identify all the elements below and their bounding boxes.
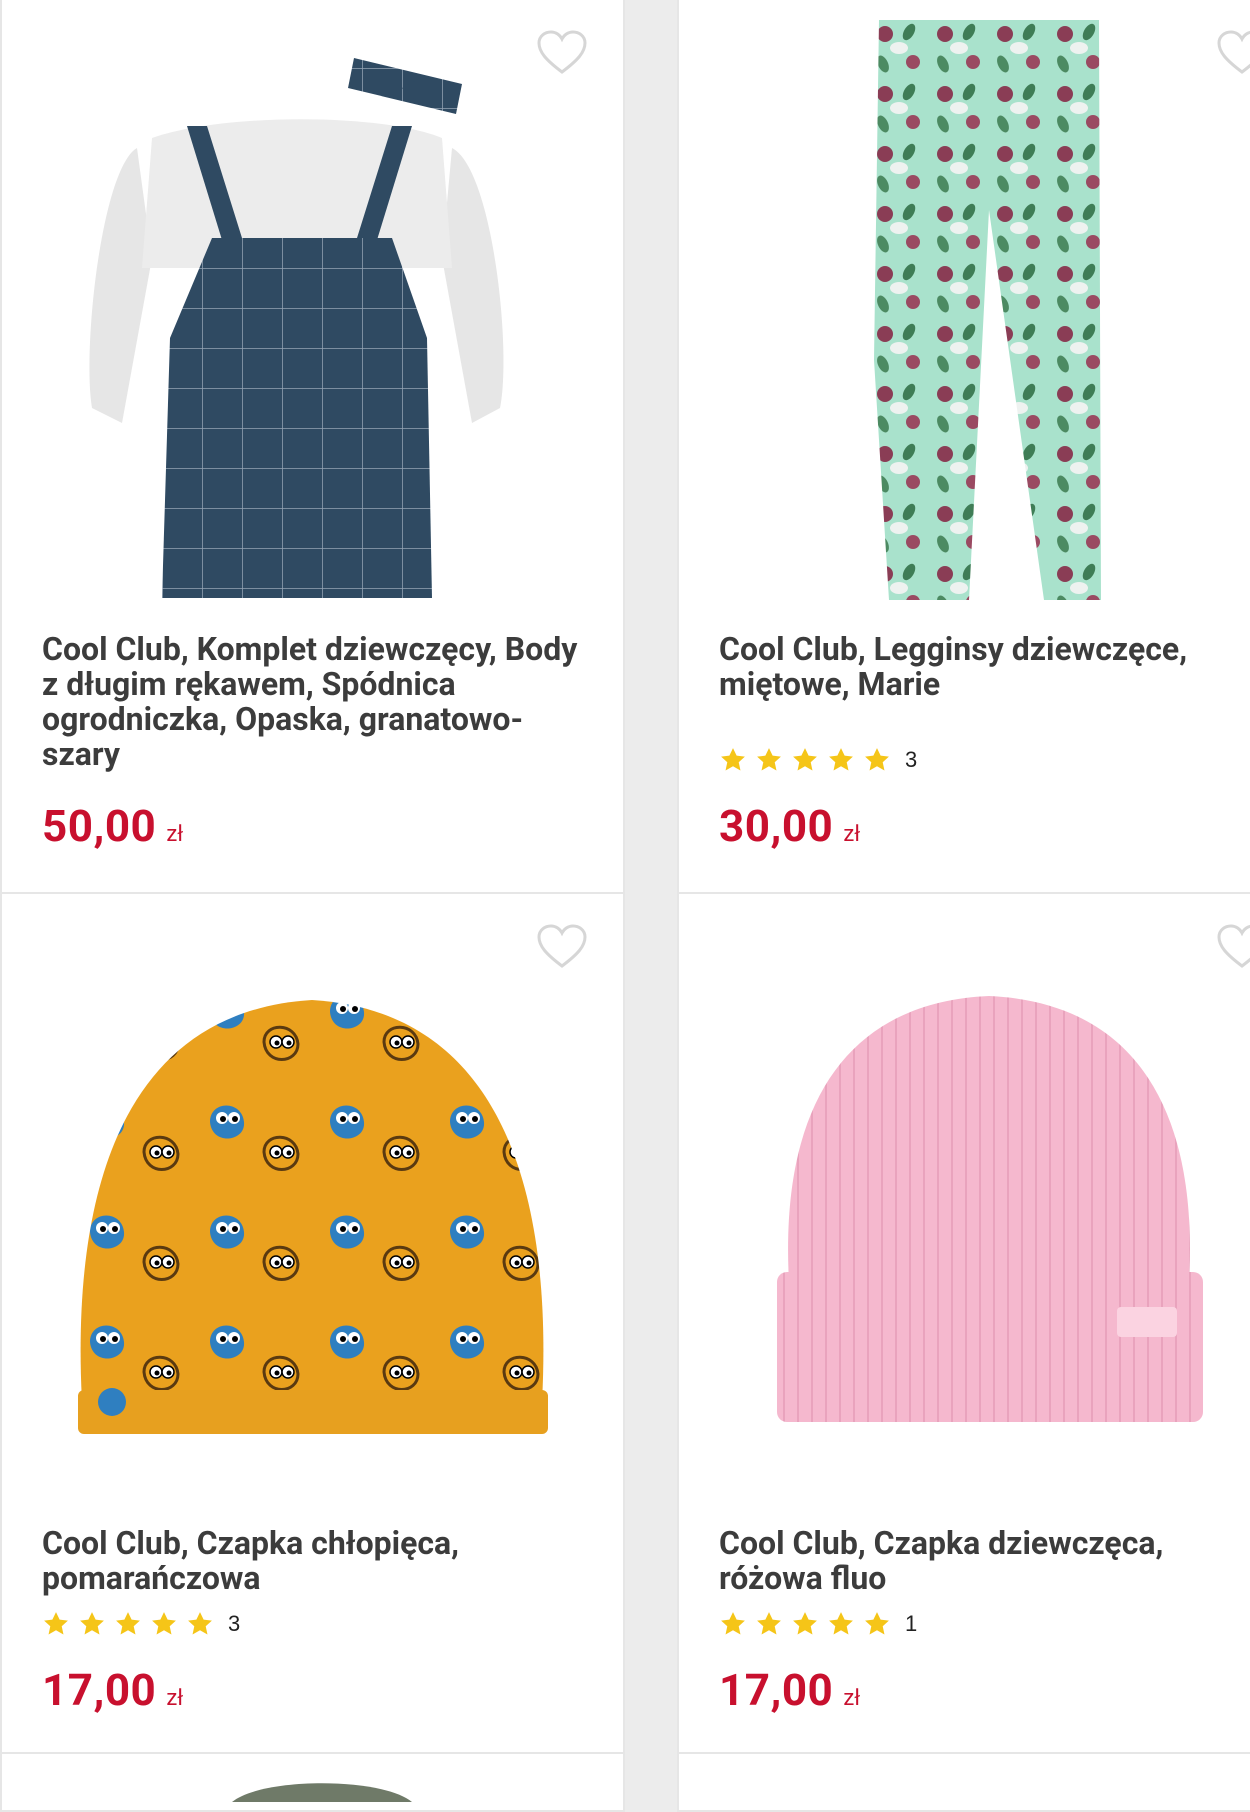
price-amount: 17,00 bbox=[719, 1664, 834, 1716]
star-icon bbox=[755, 746, 783, 774]
product-card-partial[interactable] bbox=[677, 1752, 1250, 1812]
rating: 3 bbox=[42, 1610, 240, 1638]
price-currency: zł bbox=[843, 1686, 861, 1711]
product-card[interactable]: Cool Club, Czapka chłopięca, pomarańczow… bbox=[0, 892, 625, 1754]
star-icon bbox=[719, 1610, 747, 1638]
star-icon bbox=[791, 746, 819, 774]
star-icon bbox=[150, 1610, 178, 1638]
rating-count: 3 bbox=[905, 747, 918, 772]
price-currency: zł bbox=[166, 1686, 184, 1711]
price-currency: zł bbox=[843, 822, 861, 847]
product-title[interactable]: Cool Club, Legginsy dziewczęce, miętowe,… bbox=[719, 632, 1250, 702]
star-icon bbox=[863, 746, 891, 774]
product-image-beanie-pink[interactable] bbox=[769, 982, 1209, 1442]
price-currency: zł bbox=[166, 822, 184, 847]
product-image-partial bbox=[232, 1783, 412, 1802]
star-icon bbox=[42, 1610, 70, 1638]
product-title[interactable]: Cool Club, Komplet dziewczęcy, Body z dł… bbox=[42, 632, 582, 772]
star-icon bbox=[186, 1610, 214, 1638]
product-price: 17,00 zł bbox=[719, 1664, 860, 1716]
price-amount: 17,00 bbox=[42, 1664, 157, 1716]
product-title[interactable]: Cool Club, Czapka dziewczęca, różowa flu… bbox=[719, 1526, 1250, 1596]
price-amount: 30,00 bbox=[719, 800, 834, 852]
product-price: 30,00 zł bbox=[719, 800, 860, 852]
product-title[interactable]: Cool Club, Czapka chłopięca, pomarańczow… bbox=[42, 1526, 582, 1596]
heart-icon[interactable] bbox=[1216, 924, 1250, 970]
heart-icon[interactable] bbox=[1216, 30, 1250, 76]
star-icon bbox=[863, 1610, 891, 1638]
rating: 3 bbox=[719, 746, 917, 774]
star-icon bbox=[719, 746, 747, 774]
product-image-beanie-orange[interactable] bbox=[72, 972, 552, 1442]
rating-count: 1 bbox=[905, 1611, 918, 1636]
rating-count: 3 bbox=[228, 1611, 241, 1636]
price-amount: 50,00 bbox=[42, 800, 157, 852]
product-card[interactable]: Cool Club, Legginsy dziewczęce, miętowe,… bbox=[677, 0, 1250, 896]
product-card-partial[interactable] bbox=[0, 1752, 625, 1812]
product-image-leggings[interactable] bbox=[869, 20, 1109, 605]
star-icon bbox=[114, 1610, 142, 1638]
rating: 1 bbox=[719, 1610, 917, 1638]
product-card[interactable]: Cool Club, Czapka dziewczęca, różowa flu… bbox=[677, 892, 1250, 1754]
star-icon bbox=[791, 1610, 819, 1638]
star-icon bbox=[827, 1610, 855, 1638]
heart-icon[interactable] bbox=[536, 30, 588, 76]
star-icon bbox=[827, 746, 855, 774]
product-card[interactable]: Cool Club, Komplet dziewczęcy, Body z dł… bbox=[0, 0, 625, 896]
star-icon bbox=[755, 1610, 783, 1638]
heart-icon[interactable] bbox=[536, 924, 588, 970]
product-price: 17,00 zł bbox=[42, 1664, 183, 1716]
product-price: 50,00 zł bbox=[42, 800, 183, 852]
star-icon bbox=[78, 1610, 106, 1638]
product-image-dress-set[interactable] bbox=[82, 28, 542, 598]
